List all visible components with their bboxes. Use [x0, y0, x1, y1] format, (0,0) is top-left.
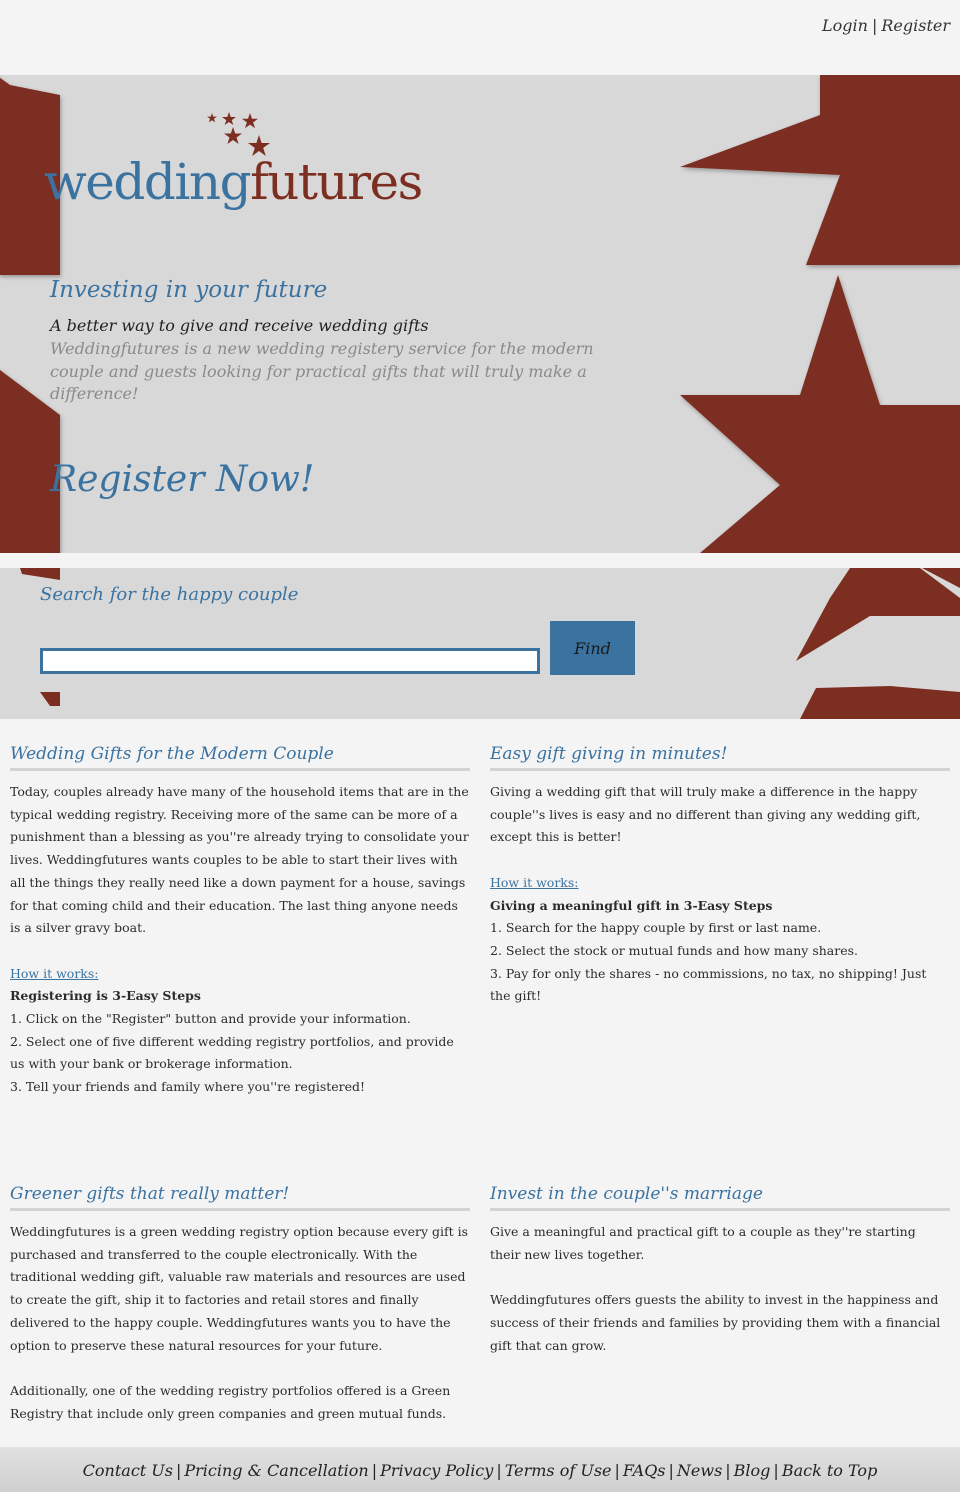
hero-banner: weddingfutures Investing in your future …	[0, 75, 960, 553]
section-title: Invest in the couple''s marriage	[490, 1182, 950, 1211]
login-link[interactable]: Login	[822, 16, 868, 35]
star-icon	[800, 686, 960, 719]
step-item: 2. Select one of five different wedding …	[10, 1033, 454, 1072]
footer: Contact Us | Pricing & Cancellation | Privac…	[0, 1447, 960, 1492]
couple-search-input[interactable]	[40, 648, 540, 674]
step-item: 1. Search for the happy couple by first …	[490, 920, 822, 936]
section-title: Easy gift giving in minutes!	[490, 742, 950, 771]
step-item: 2. Select the stock or mutual funds and …	[490, 942, 858, 958]
footer-link-contact-us[interactable]: Contact Us	[83, 1461, 173, 1480]
footer-link-blog[interactable]: Blog	[734, 1461, 771, 1480]
footer-separator: |	[725, 1461, 731, 1480]
section-modern-couple: Wedding Gifts for the Modern Couple Toda…	[10, 742, 470, 1099]
footer-separator: |	[668, 1461, 674, 1480]
footer-separator: |	[176, 1461, 182, 1480]
how-it-works-link[interactable]: How it works:	[490, 872, 579, 895]
hero-description: Weddingfutures is a new wedding register…	[50, 339, 594, 403]
footer-link-pricing[interactable]: Pricing & Cancellation	[184, 1461, 368, 1480]
section-body: Today, couples already have many of the …	[10, 784, 469, 936]
section-body: Giving a wedding gift that will truly ma…	[490, 784, 921, 845]
hero-subtagline: A better way to give and receive wedding…	[50, 316, 429, 335]
star-icon	[796, 568, 960, 661]
star-icon	[20, 568, 60, 580]
hero-tagline: Investing in your future	[50, 277, 328, 303]
account-links: Login | Register	[822, 16, 950, 35]
register-link[interactable]: Register	[881, 16, 950, 35]
footer-separator: |	[614, 1461, 620, 1480]
step-item: 1. Click on the "Register" button and pr…	[10, 1011, 411, 1027]
star-icon	[680, 75, 960, 265]
steps-title: Registering is 3-Easy Steps	[10, 988, 201, 1004]
register-now-button[interactable]: Register Now!	[50, 459, 314, 500]
logo-part-wedding: wedding	[44, 153, 252, 211]
footer-link-faqs[interactable]: FAQs	[623, 1461, 666, 1480]
section-divider	[0, 553, 960, 568]
top-bar: Login | Register	[0, 0, 960, 75]
section-body: Weddingfutures offers guests the ability…	[490, 1292, 941, 1353]
section-body: Weddingfutures is a green wedding regist…	[10, 1224, 469, 1353]
footer-link-back-to-top[interactable]: Back to Top	[782, 1461, 878, 1480]
find-button[interactable]: Find	[550, 621, 635, 675]
how-it-works-link[interactable]: How it works:	[10, 963, 99, 986]
footer-links: Contact Us | Pricing & Cancellation | Privac…	[0, 1461, 960, 1480]
logo-wordmark: weddingfutures	[44, 157, 423, 207]
link-separator: |	[871, 16, 878, 35]
footer-link-privacy[interactable]: Privacy Policy	[380, 1461, 493, 1480]
step-item: 3. Pay for only the shares - no commissi…	[490, 965, 927, 1004]
steps-title: Giving a meaningful gift in 3-Easy Steps	[490, 897, 773, 913]
star-icon	[40, 692, 60, 706]
step-item: 3. Tell your friends and family where yo…	[10, 1079, 366, 1095]
section-body: Additionally, one of the wedding registr…	[10, 1382, 451, 1421]
section-invest-marriage: Invest in the couple''s marriage Give a …	[490, 1182, 950, 1357]
search-panel: Search for the happy couple Find	[0, 568, 960, 719]
footer-link-terms[interactable]: Terms of Use	[505, 1461, 612, 1480]
section-body: Give a meaningful and practical gift to …	[490, 1224, 916, 1262]
section-greener-gifts: Greener gifts that really matter! Weddin…	[10, 1182, 470, 1425]
section-title: Wedding Gifts for the Modern Couple	[10, 742, 470, 771]
footer-separator: |	[371, 1461, 378, 1480]
logo-part-futures: futures	[250, 153, 423, 211]
section-title: Greener gifts that really matter!	[10, 1182, 470, 1211]
footer-separator: |	[773, 1461, 779, 1480]
star-icon	[680, 275, 960, 553]
footer-separator: |	[496, 1461, 502, 1480]
section-easy-giving: Easy gift giving in minutes! Giving a we…	[490, 742, 950, 1008]
search-title: Search for the happy couple	[40, 584, 299, 605]
site-logo[interactable]: weddingfutures	[44, 105, 464, 225]
footer-link-news[interactable]: News	[677, 1461, 722, 1480]
